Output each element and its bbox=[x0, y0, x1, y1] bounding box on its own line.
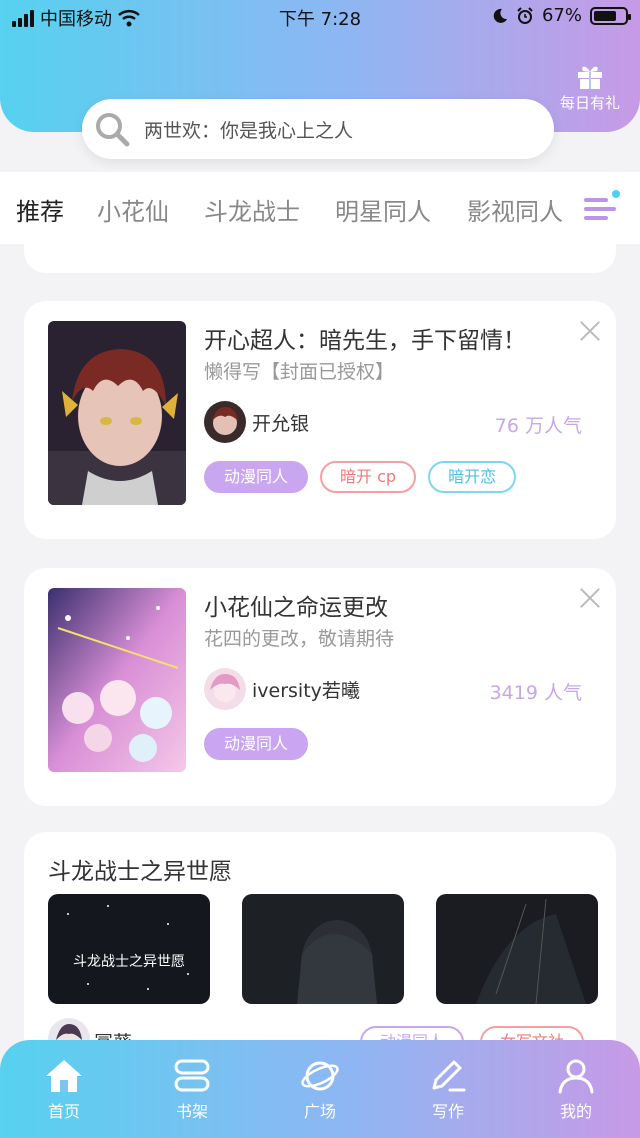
book-title[interactable]: 小花仙之命运更改 bbox=[204, 588, 388, 622]
bottom-navigation: 首页 书架 广场 写作 我的 bbox=[0, 1040, 640, 1138]
bookshelf-icon bbox=[174, 1059, 210, 1092]
collection-title[interactable]: 斗龙战士之异世愿 bbox=[48, 852, 232, 886]
previous-card-edge bbox=[24, 230, 616, 273]
tag-anime-fanfic[interactable]: 动漫同人 bbox=[204, 728, 309, 760]
tab-celebrity[interactable]: 明星同人 bbox=[335, 192, 431, 227]
nav-bookshelf[interactable]: 书架 bbox=[147, 1058, 237, 1122]
planet-icon bbox=[301, 1061, 339, 1091]
collection-thumbnail[interactable]: 斗龙战士之异世愿 bbox=[48, 894, 210, 1004]
tag-anime-fanfic[interactable]: 动漫同人 bbox=[204, 461, 309, 493]
profile-icon bbox=[558, 1059, 594, 1094]
popularity-count: 3419 人气 bbox=[489, 682, 582, 704]
close-icon[interactable] bbox=[580, 321, 600, 341]
nav-bookshelf-label: 书架 bbox=[175, 1102, 208, 1121]
collection-thumbnail[interactable] bbox=[242, 894, 404, 1004]
book-description: 花四的更改，敬请期待 bbox=[204, 628, 395, 650]
book-card[interactable]: 小花仙之命运更改 花四的更改，敬请期待 iversity若曦 3419 人气 动… bbox=[24, 568, 616, 806]
book-title[interactable]: 开心超人：暗先生，手下留情！ bbox=[204, 321, 526, 355]
tab-recommend[interactable]: 推荐 bbox=[16, 192, 64, 227]
thumbnail-caption: 斗龙战士之异世愿 bbox=[73, 954, 185, 970]
tag-cp[interactable]: 暗开 cp bbox=[320, 461, 417, 493]
tab-xiaohuaxian[interactable]: 小花仙 bbox=[97, 192, 169, 227]
book-cover[interactable] bbox=[48, 321, 186, 505]
notification-dot bbox=[612, 190, 620, 198]
tag-romance[interactable]: 暗开恋 bbox=[428, 461, 517, 493]
popularity-count: 76 万人气 bbox=[494, 415, 582, 437]
author[interactable]: iversity若曦 bbox=[204, 668, 360, 710]
book-card[interactable]: 开心超人：暗先生，手下留情！ 懒得写【封面已授权】 开允银 76 万人气 动漫同… bbox=[24, 301, 616, 539]
category-menu-button[interactable] bbox=[584, 190, 620, 224]
search-icon bbox=[96, 113, 130, 147]
book-cover[interactable] bbox=[48, 588, 186, 772]
status-bar: 中国移动 下午 7:28 67% bbox=[0, 0, 640, 34]
close-icon[interactable] bbox=[580, 588, 600, 608]
gift-label: 每日有礼 bbox=[559, 94, 620, 112]
author-avatar bbox=[204, 401, 246, 443]
author[interactable]: 开允银 bbox=[204, 401, 309, 443]
search-placeholder: 两世欢：你是我心上之人 bbox=[144, 119, 354, 142]
nav-profile-label: 我的 bbox=[559, 1102, 592, 1121]
nav-write[interactable]: 写作 bbox=[403, 1058, 493, 1122]
pen-icon bbox=[432, 1060, 466, 1092]
author-name: 开允银 bbox=[252, 412, 310, 435]
alarm-icon bbox=[517, 6, 533, 24]
daily-gift-button[interactable]: 每日有礼 bbox=[558, 64, 622, 113]
nav-plaza[interactable]: 广场 bbox=[275, 1058, 365, 1122]
tab-film-tv[interactable]: 影视同人 bbox=[467, 192, 563, 227]
gift-icon bbox=[578, 66, 602, 89]
home-icon bbox=[46, 1060, 82, 1092]
nav-home-label: 首页 bbox=[47, 1102, 80, 1121]
collection-card[interactable]: 斗龙战士之异世愿 斗龙战士之异世愿 冨葵 动漫同人 女写文社 bbox=[24, 832, 616, 1072]
tab-doulong[interactable]: 斗龙战士 bbox=[204, 192, 300, 227]
collection-thumbnail[interactable] bbox=[436, 894, 598, 1004]
nav-write-label: 写作 bbox=[431, 1102, 464, 1121]
author-name: iversity若曦 bbox=[252, 679, 360, 702]
battery-percent: 67% bbox=[541, 5, 582, 26]
nav-profile[interactable]: 我的 bbox=[531, 1058, 621, 1122]
battery-icon bbox=[590, 6, 631, 25]
nav-home[interactable]: 首页 bbox=[19, 1058, 109, 1122]
search-bar[interactable]: 两世欢：你是我心上之人 bbox=[82, 99, 554, 159]
book-description: 懒得写【封面已授权】 bbox=[204, 361, 395, 383]
nav-plaza-label: 广场 bbox=[303, 1102, 336, 1121]
author-avatar bbox=[204, 668, 246, 710]
moon-icon bbox=[493, 8, 507, 23]
